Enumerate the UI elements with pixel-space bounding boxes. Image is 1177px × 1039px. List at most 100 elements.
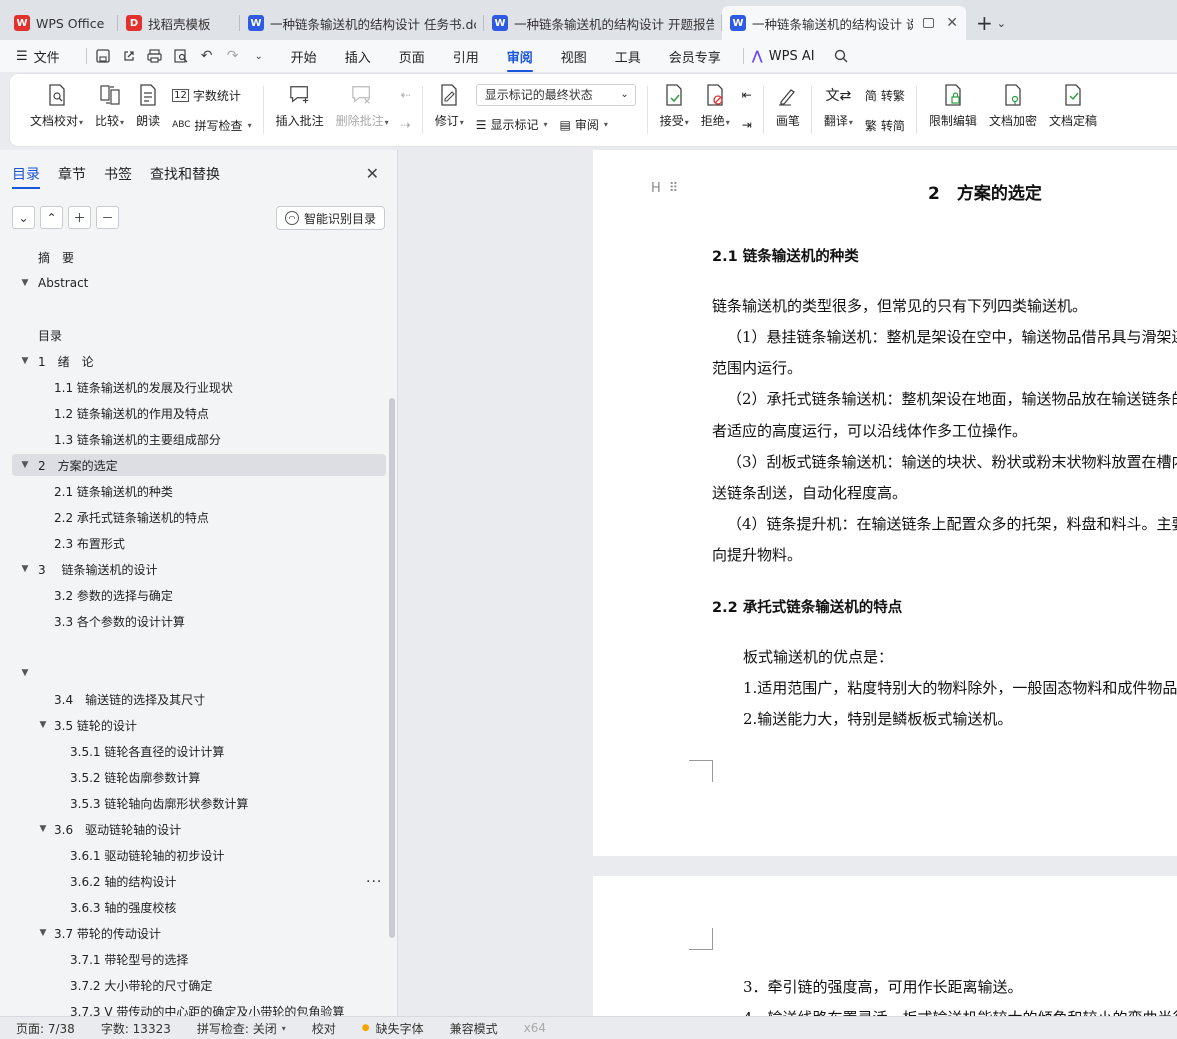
toc-item[interactable]: 3.3 各个参数的设计计算 [12,610,386,632]
toc-item[interactable]: 3.5.3 链轮轴向齿廓形状参数计算 [12,792,386,814]
toc-item[interactable]: 2.2 承托式链条输送机的特点 [12,506,386,528]
nav-tab-1[interactable]: 章节 [58,164,86,189]
expand-all-button[interactable]: ⌃ [40,206,63,229]
save-icon[interactable] [95,48,111,64]
tab-2[interactable]: W 一种链条输送机的结构设计 任务书.dc [240,6,484,40]
previous-change-button[interactable]: ⇤ [742,83,752,107]
expand-toggle-icon[interactable]: ▼ [38,928,48,938]
translate-button[interactable]: 文⇄ 翻译▾ [818,80,859,140]
nav-tab-2[interactable]: 书签 [104,164,132,189]
document-page[interactable]: H ⠿ 2 方案的选定 2.1 链条输送机的种类 链条输送机的类型很多，但常见的只有… [593,150,1177,856]
tab-4[interactable]: W 一种链条输送机的结构设计 说 ✕ [722,6,966,40]
file-menu[interactable]: ☰ 文件 [16,47,60,66]
remove-heading-button[interactable]: － [96,206,119,229]
toc-item[interactable]: 1.1 链条输送机的发展及行业现状 [12,376,386,398]
compare-button[interactable]: 比较▾ [89,80,130,140]
nav-tab-0[interactable]: 目录 [12,164,40,189]
expand-toggle-icon[interactable]: ▼ [20,564,30,574]
expand-toggle-icon[interactable]: ▼ [20,460,30,470]
encrypt-button[interactable]: 文档加密 [983,80,1043,140]
nav-tab-3[interactable]: 查找和替换 [150,164,220,189]
toc-item[interactable] [12,298,386,320]
toc-item[interactable]: 3.6.3 轴的强度校核 [12,896,386,918]
toc-item[interactable]: ▼ Abstract [12,272,386,294]
toc-item[interactable]: ▼ 2 方案的选定 [12,454,386,476]
toc-item[interactable]: 3.2 参数的选择与确定 [12,584,386,606]
menu-tab-3[interactable]: 引用 [453,41,479,72]
missing-font-status[interactable]: 缺失字体 [362,1020,424,1037]
page-indicator[interactable]: 页面: 7/38 [16,1020,75,1037]
menu-tab-0[interactable]: 开始 [291,41,317,72]
read-aloud-button[interactable]: 朗读 [130,80,166,140]
revise-button[interactable]: 修订▾ [429,80,470,140]
tab-0[interactable]: W WPS Office [6,6,118,40]
restrict-edit-button[interactable]: 限制编辑 [923,80,983,140]
show-markup-button[interactable]: ☰ 显示标记 ▾ [476,113,548,137]
share-icon[interactable] [121,48,137,64]
toc-item[interactable]: 2.3 布置形式 [12,532,386,554]
close-icon[interactable]: ✕ [366,164,379,183]
expand-toggle-icon[interactable]: ▼ [20,278,30,288]
print-icon[interactable] [147,48,163,64]
collapse-all-button[interactable]: ⌄ [12,206,35,229]
drag-handle-icon[interactable]: ⠿ [669,181,679,196]
word-count-indicator[interactable]: 字数: 13323 [101,1020,171,1037]
markup-mode-select[interactable]: 显示标记的最终状态 ⌄ [475,83,636,106]
accept-button[interactable]: 接受▾ [654,80,695,140]
toc-item[interactable]: 3.4 输送链的选择及其尺寸 [12,688,386,710]
search-icon[interactable] [833,48,849,64]
expand-toggle-icon[interactable]: ▼ [20,668,30,678]
toc-item[interactable]: 1.2 链条输送机的作用及特点 [12,402,386,424]
toc-item[interactable]: 目录 [12,324,386,346]
spell-check-status[interactable]: 拼写检查: 关闭 ▾ [197,1020,286,1037]
proofread-button[interactable]: 文档校对▾ [24,80,89,140]
toc-item[interactable]: 3.5.2 链轮齿廓参数计算 [12,766,386,788]
add-heading-button[interactable]: ＋ [68,206,91,229]
toc-item[interactable]: 3.5.1 链轮各直径的设计计算 [12,740,386,762]
menu-tab-6[interactable]: 工具 [615,41,641,72]
insert-comment-button[interactable]: 插入批注 [270,80,330,140]
toc-item[interactable]: 2.1 链条输送机的种类 [12,480,386,502]
to-simplified-button[interactable]: 繁转简 [865,113,905,137]
next-comment-button[interactable]: ⇢ [401,113,411,137]
previous-comment-button[interactable]: ⇠ [401,83,411,107]
new-tab-button[interactable]: + ⌄ [966,6,1016,40]
menu-tab-4[interactable]: 审阅 [506,41,533,72]
tab-1[interactable]: D 找稻壳模板 [118,6,240,40]
toc-item[interactable]: ▼ 3 链条输送机的设计 [12,558,386,580]
delete-comment-button[interactable]: 删除批注▾ [330,80,395,140]
menu-tab-2[interactable]: 页面 [399,41,425,72]
toc-item[interactable]: 3.7.3 V 带传动的中心距的确定及小带轮的包角验算 [12,1000,386,1017]
toc-item[interactable]: ▼ 3.6 驱动链轮轴的设计 [12,818,386,840]
expand-toggle-icon[interactable]: ▼ [38,824,48,834]
toc-scrollbar[interactable] [389,398,395,938]
toc-item[interactable]: 1.3 链条输送机的主要组成部分 [12,428,386,450]
spell-check-button[interactable]: ABC 拼写检查 ▾ [172,113,252,137]
finalize-button[interactable]: 文档定稿 [1043,80,1103,140]
toc-item[interactable]: ▼ 3.7 带轮的传动设计 [12,922,386,944]
ink-pen-button[interactable]: 画笔 [770,80,806,140]
to-traditional-button[interactable]: 简转繁 [865,83,905,107]
toc-item[interactable]: ▼ 3.5 链轮的设计 [12,714,386,736]
toc-item[interactable]: ▼ 1 绪 论 [12,350,386,372]
redo-icon[interactable]: ↷ [225,48,241,64]
next-change-button[interactable]: ⇥ [742,113,752,137]
menu-tab-1[interactable]: 插入 [345,41,371,72]
tab-3[interactable]: W 一种链条输送机的结构设计 开题报告 [484,6,722,40]
toc-item[interactable]: 3.6.2 轴的结构设计 [12,870,386,892]
toc-item[interactable]: ▼ [12,662,386,684]
review-pane-button[interactable]: ▤ 审阅 ▾ [560,113,608,137]
document-page[interactable]: 3．牵引链的强度高，可用作长距离输送。 4．输送线路布置灵活，板式输送机能较大的倾… [593,876,1177,1016]
close-icon[interactable]: ✕ [946,15,958,31]
word-count-button[interactable]: 12 字数统计 [172,83,252,107]
proofread-status[interactable]: 校对 [312,1020,336,1037]
more-icon[interactable]: ··· [366,874,382,890]
chevron-down-icon[interactable]: ⌄ [251,48,267,64]
expand-toggle-icon[interactable]: ▼ [20,356,30,366]
smart-toc-button[interactable]: ◠ 智能识别目录 [275,206,385,230]
toc-item[interactable]: 3.7.2 大小带轮的尺寸确定 [12,974,386,996]
toc-item[interactable]: 3.6.1 驱动链轮轴的初步设计 [12,844,386,866]
menu-tab-5[interactable]: 视图 [561,41,587,72]
toc-item[interactable]: 3.7.1 带轮型号的选择 [12,948,386,970]
toc-item[interactable] [12,636,386,658]
